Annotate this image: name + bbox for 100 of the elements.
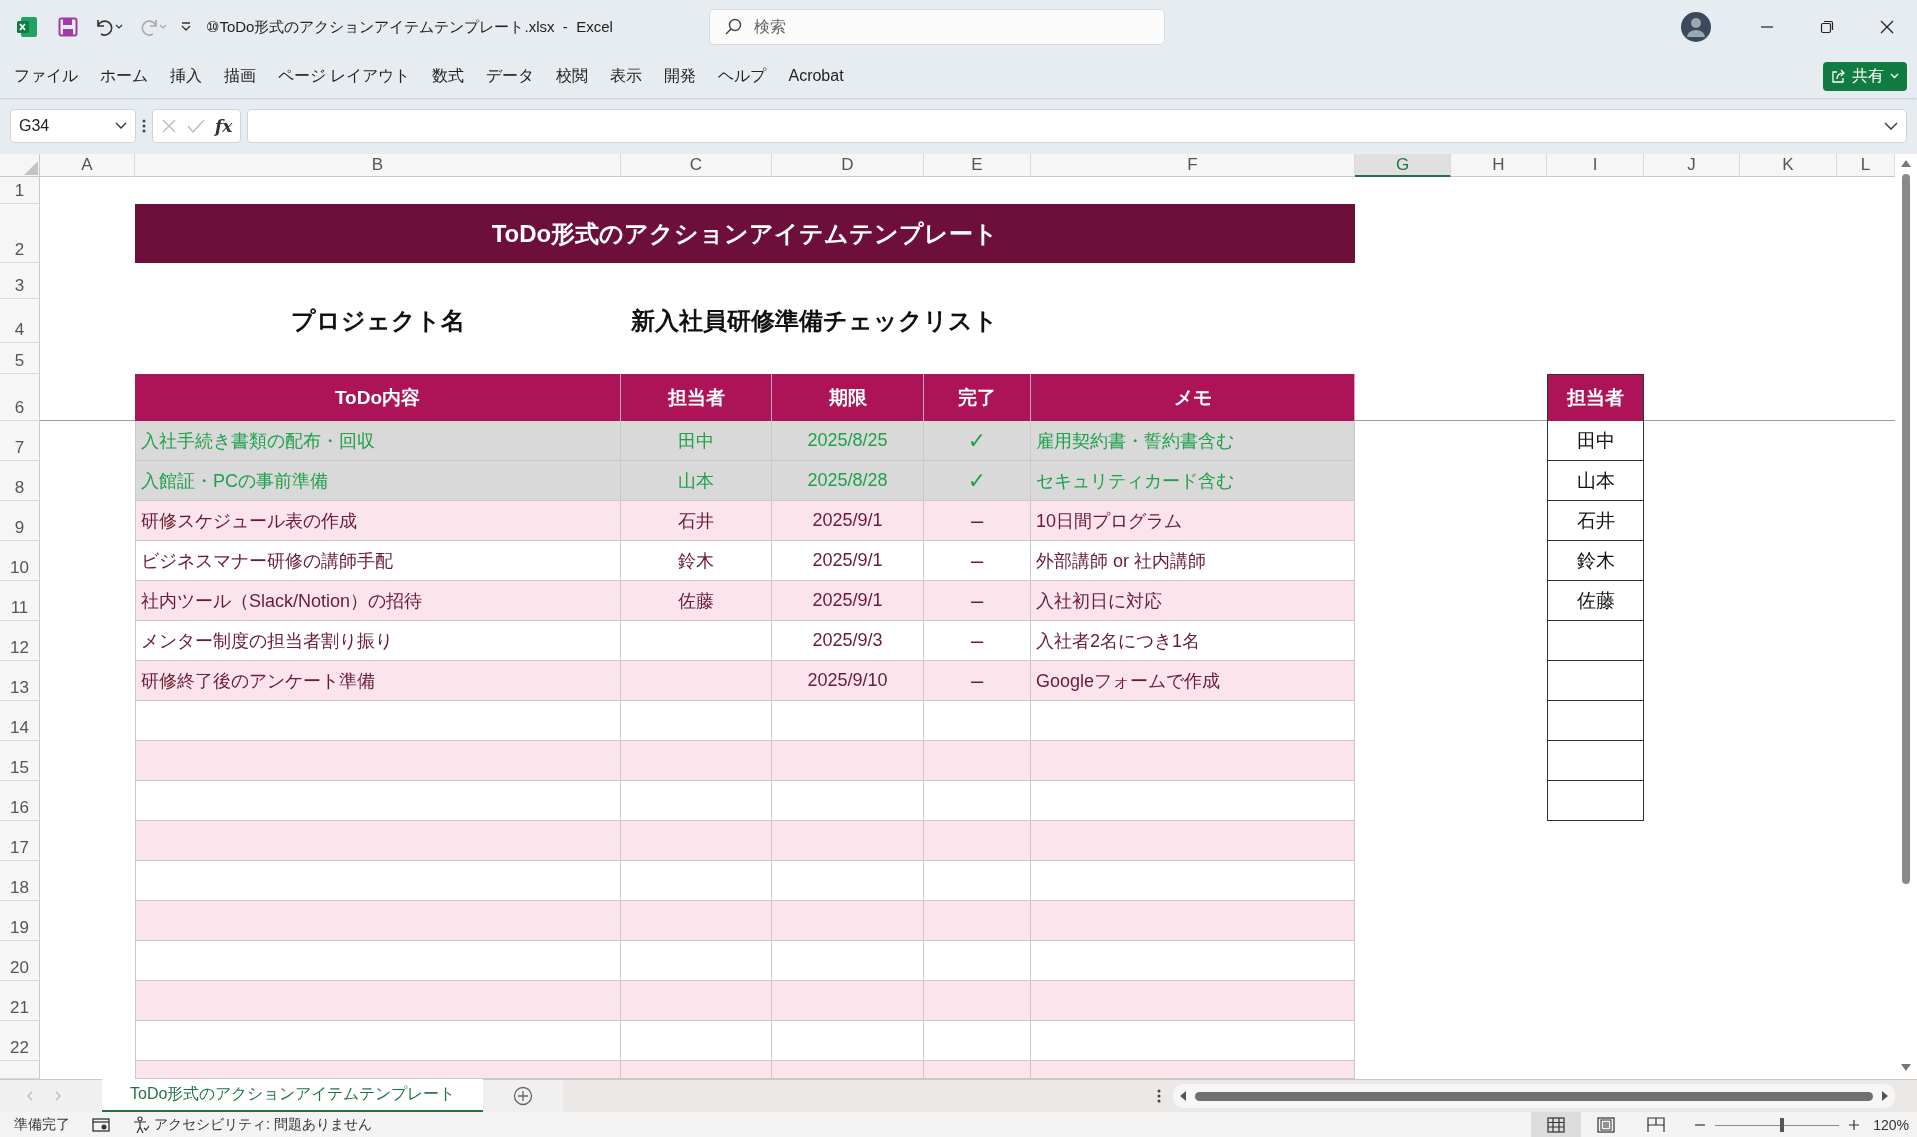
row-header[interactable]: 20 [0, 941, 40, 981]
row-header[interactable]: 8 [0, 461, 40, 501]
macro-record-icon[interactable] [92, 1117, 110, 1133]
insert-function-button[interactable]: fx [215, 116, 233, 136]
ribbon-tab[interactable]: 開発 [656, 59, 705, 93]
list-cell: 石井 [1547, 501, 1644, 541]
row-header[interactable]: 9 [0, 501, 40, 541]
table-cell: 2025/9/1 [772, 501, 924, 541]
scroll-left-icon[interactable] [1179, 1090, 1187, 1102]
normal-view-icon [1547, 1117, 1566, 1133]
zoom-level[interactable]: 120% [1873, 1117, 1909, 1133]
column-header[interactable]: C [621, 154, 772, 177]
row-header[interactable]: 3 [0, 263, 40, 299]
more-options-icon[interactable] [1157, 1089, 1161, 1103]
share-button[interactable]: 共有 [1823, 61, 1907, 91]
redo-icon [138, 17, 168, 37]
table-cell: ✓ [924, 421, 1031, 461]
scroll-down-icon[interactable] [1900, 1063, 1912, 1073]
ribbon-tab[interactable]: データ [478, 59, 543, 93]
ribbon-tab[interactable]: ヘルプ [710, 59, 775, 93]
column-header[interactable]: F [1031, 154, 1355, 177]
table-cell: 佐藤 [621, 581, 772, 621]
row-header[interactable]: 11 [0, 581, 40, 621]
undo-icon[interactable] [94, 17, 124, 37]
add-sheet-icon[interactable] [513, 1086, 534, 1106]
save-icon[interactable] [58, 17, 78, 37]
ribbon-tab[interactable]: 描画 [216, 59, 264, 93]
search-icon [723, 18, 742, 36]
avatar-icon[interactable] [1681, 12, 1711, 42]
table-cell: 入社手続き書類の配布・回収 [135, 421, 621, 461]
sheet-tab[interactable]: ToDo形式のアクションアイテムテンプレート [102, 1079, 484, 1112]
column-heading: 担当者 [621, 374, 772, 421]
list-cell: 佐藤 [1547, 581, 1644, 621]
caret-icon [1890, 73, 1899, 79]
scrollbar-thumb[interactable] [1902, 174, 1910, 884]
scrollbar-thumb[interactable] [1195, 1091, 1873, 1101]
horizontal-scrollbar[interactable] [1173, 1084, 1895, 1108]
row-header[interactable]: 6 [0, 374, 40, 421]
column-header[interactable]: B [135, 154, 621, 177]
accessibility-status[interactable]: アクセシビリティ: 問題ありません [154, 1116, 372, 1134]
row-header[interactable]: 18 [0, 861, 40, 901]
row-header[interactable]: 15 [0, 741, 40, 781]
zoom-slider-thumb[interactable] [1780, 1118, 1785, 1132]
column-header[interactable]: H [1451, 154, 1547, 177]
list-cell: 田中 [1547, 421, 1644, 461]
row-header[interactable]: 12 [0, 621, 40, 661]
enter-check-icon[interactable] [187, 118, 205, 134]
expand-caret-icon[interactable] [1884, 122, 1898, 130]
row-header[interactable]: 13 [0, 661, 40, 701]
zoom-in-icon[interactable] [1849, 1120, 1860, 1130]
ribbon-tab[interactable]: Acrobat [780, 61, 852, 91]
ribbon-tab[interactable]: ホーム [92, 59, 156, 93]
table-cell: 石井 [621, 501, 772, 541]
page-break-view-icon [1647, 1117, 1666, 1133]
row-header[interactable]: 19 [0, 901, 40, 941]
table-cell: 2025/8/25 [772, 421, 924, 461]
view-button[interactable] [1531, 1112, 1582, 1137]
accessibility-icon[interactable] [132, 1116, 150, 1134]
ribbon-tab[interactable]: 数式 [424, 59, 473, 93]
column-header[interactable]: I [1547, 154, 1644, 177]
column-header[interactable]: L [1837, 154, 1895, 177]
table-cell: 10日間プログラム [1031, 501, 1355, 541]
row-header[interactable]: 17 [0, 821, 40, 861]
ribbon-tab[interactable]: ファイル [6, 59, 86, 93]
row-header[interactable]: 21 [0, 981, 40, 1021]
row-header[interactable]: 1 [0, 177, 40, 204]
row-header[interactable]: 22 [0, 1021, 40, 1061]
ribbon-tab[interactable]: 校閲 [548, 59, 597, 93]
column-header[interactable]: A [40, 154, 135, 177]
close-icon[interactable] [1880, 20, 1894, 34]
search-field[interactable]: 検索 [708, 9, 1165, 45]
ribbon-tab[interactable]: ページ レイアウト [270, 59, 419, 93]
customize-caret-icon[interactable] [180, 22, 192, 32]
excel-logo-icon[interactable] [16, 16, 38, 38]
restore-icon[interactable] [1820, 20, 1834, 34]
column-header[interactable]: G [1355, 154, 1451, 177]
scroll-right-icon[interactable] [1881, 1090, 1889, 1102]
row-header[interactable]: 4 [0, 299, 40, 343]
formula-input[interactable] [247, 109, 1907, 143]
sheet-title: ToDo形式のアクションアイテムテンプレート [135, 204, 1355, 263]
more-options-icon[interactable] [142, 119, 146, 133]
window-title: ⑩ToDo形式のアクションアイテムテンプレート.xlsx - Excel [206, 17, 613, 37]
row-header[interactable]: 10 [0, 541, 40, 581]
row-header[interactable]: 7 [0, 421, 40, 461]
column-header[interactable]: D [772, 154, 924, 177]
ribbon-tab[interactable]: 挿入 [162, 59, 210, 93]
row-header[interactable]: 5 [0, 343, 40, 374]
scroll-up-icon[interactable] [1900, 158, 1912, 168]
column-header[interactable]: K [1740, 154, 1837, 177]
row-header[interactable]: 14 [0, 701, 40, 741]
column-header[interactable]: J [1644, 154, 1740, 177]
row-header[interactable]: 2 [0, 204, 40, 263]
project-label: プロジェクト名 [290, 306, 466, 336]
row-header[interactable]: 16 [0, 781, 40, 821]
table-cell: 山本 [621, 461, 772, 501]
ribbon-tab[interactable]: 表示 [602, 59, 651, 93]
name-box[interactable]: G34 [10, 109, 136, 143]
column-header[interactable]: E [924, 154, 1031, 177]
table-cell: – [924, 661, 1031, 701]
column-heading: 完了 [924, 374, 1031, 421]
